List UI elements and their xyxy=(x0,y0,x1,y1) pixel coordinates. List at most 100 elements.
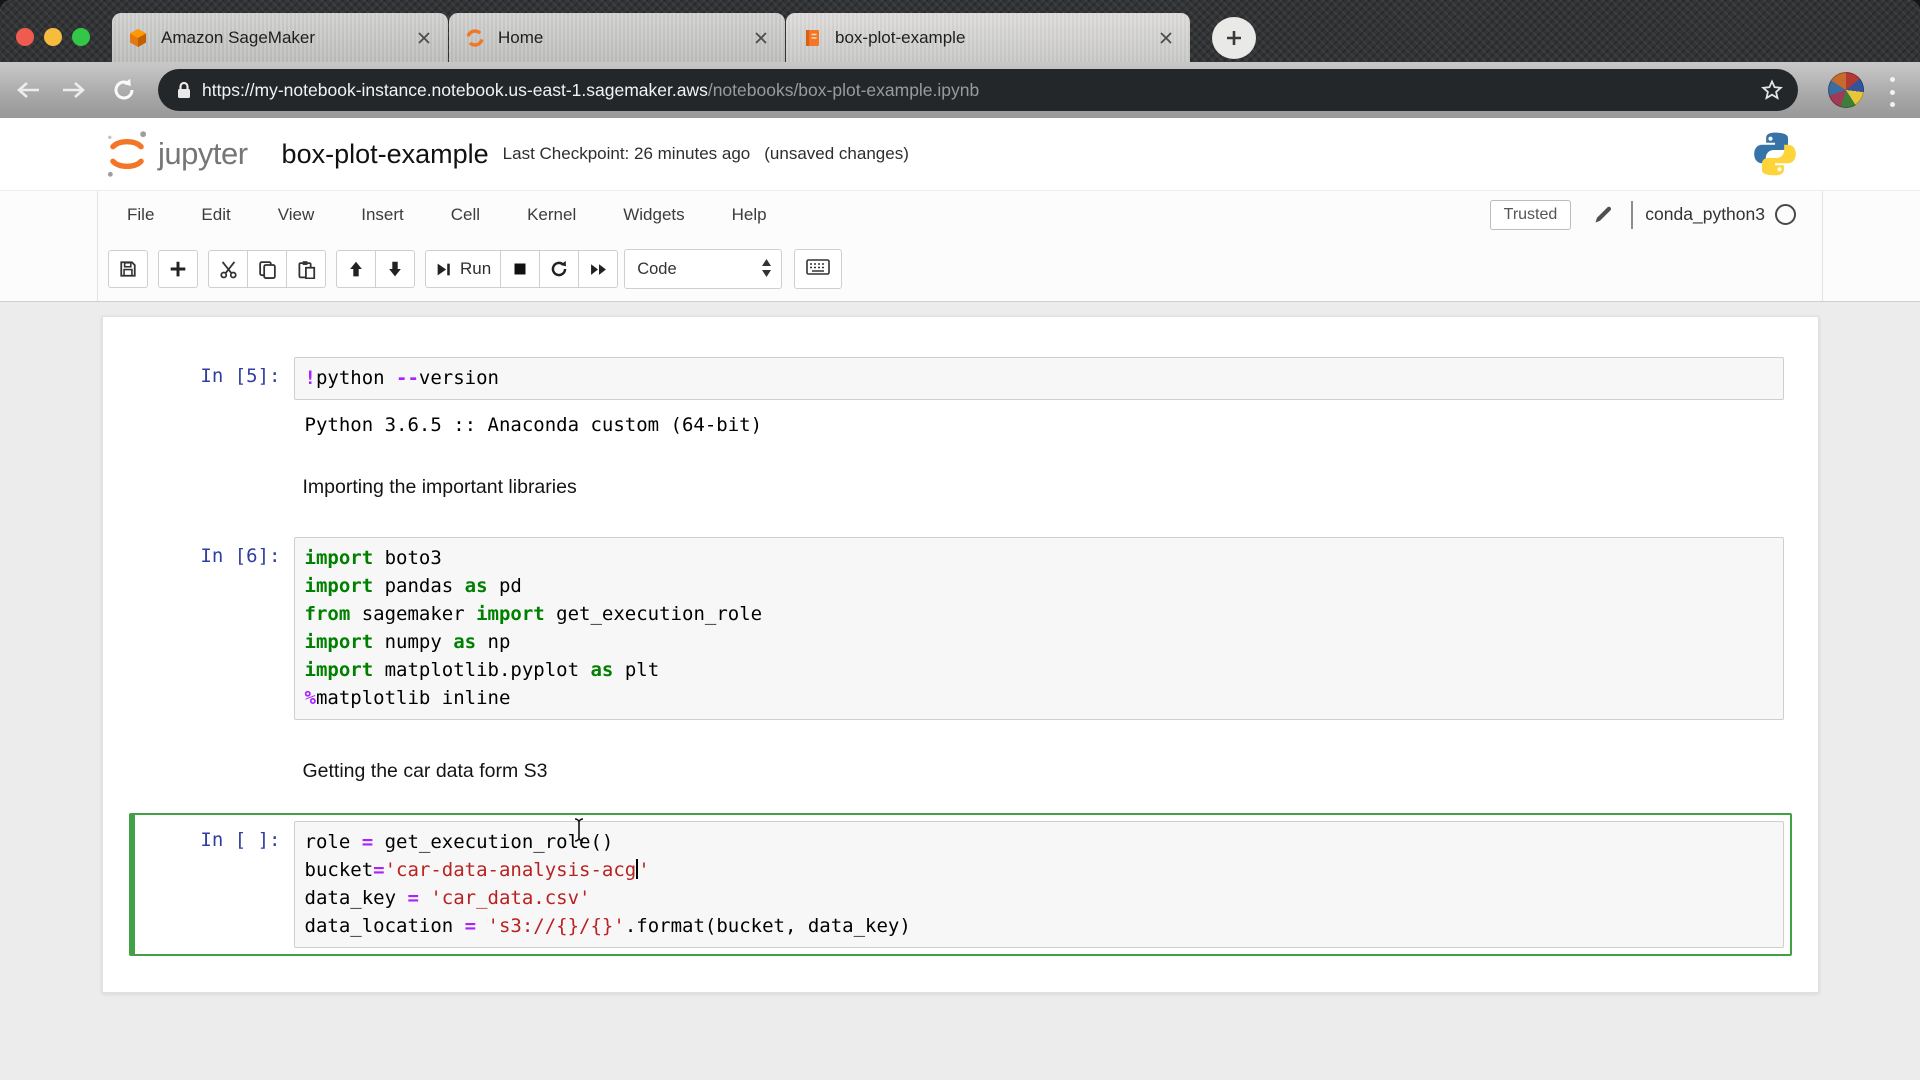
notebook-scroll-area[interactable]: In [5]:!python --versionPython 3.6.5 :: … xyxy=(0,302,1920,1080)
code-line: bucket='car-data-analysis-acg' xyxy=(305,856,1783,884)
code-input-area[interactable]: import boto3import pandas as pdfrom sage… xyxy=(294,537,1784,720)
fast-forward-button[interactable] xyxy=(578,250,618,288)
add-cell-button[interactable] xyxy=(158,250,198,288)
notebook-cells: In [5]:!python --versionPython 3.6.5 :: … xyxy=(129,349,1792,956)
tab-label: Home xyxy=(498,28,751,48)
stop-button[interactable] xyxy=(500,250,540,288)
browser-window: Amazon SageMaker Home box-plot-example xyxy=(0,0,1920,1080)
code-cell[interactable]: In [5]:!python --versionPython 3.6.5 :: … xyxy=(129,349,1792,444)
code-line: data_key = 'car_data.csv' xyxy=(305,884,1783,912)
markdown-text: Importing the important libraries xyxy=(294,474,1784,501)
cut-button[interactable] xyxy=(208,250,248,288)
code-input-area[interactable]: !python --version xyxy=(294,357,1784,400)
url-bar[interactable]: https://my-notebook-instance.notebook.us… xyxy=(158,69,1798,111)
code-line: role = get_execution_role() xyxy=(305,828,1783,856)
jupyter-logo[interactable]: jupyter xyxy=(104,129,248,179)
run-button-label: Run xyxy=(460,259,491,279)
browser-tab-notebook[interactable]: box-plot-example xyxy=(786,13,1190,62)
tab-label: Amazon SageMaker xyxy=(161,28,414,48)
mouse-ibeam-cursor xyxy=(572,817,586,848)
browser-tab-bar: Amazon SageMaker Home box-plot-example xyxy=(0,0,1920,62)
code-line: import numpy as np xyxy=(305,628,1783,656)
markdown-cell[interactable]: Getting the car data form S3 xyxy=(129,750,1792,793)
window-close-button[interactable] xyxy=(16,28,34,46)
code-cell[interactable]: In [ ]:role = get_execution_role()bucket… xyxy=(129,813,1792,956)
menu-divider xyxy=(1631,201,1633,229)
save-button[interactable] xyxy=(108,250,148,288)
checkpoint-status: Last Checkpoint: 26 minutes ago xyxy=(503,144,751,164)
pencil-icon[interactable] xyxy=(1593,205,1613,225)
browser-tab-home[interactable]: Home xyxy=(449,13,785,62)
notebook-title[interactable]: box-plot-example xyxy=(282,139,489,170)
restart-icon xyxy=(550,260,568,278)
new-tab-button[interactable] xyxy=(1212,17,1256,59)
window-zoom-button[interactable] xyxy=(72,28,90,46)
cell-content: Getting the car data form S3 xyxy=(294,758,1784,785)
add-cell-icon xyxy=(169,260,187,278)
tab-close-icon[interactable] xyxy=(751,28,771,48)
jupyter-menu-bar: File Edit View Insert Cell Kernel Widget… xyxy=(0,190,1920,238)
code-cell[interactable]: In [6]:import boto3import pandas as pdfr… xyxy=(129,529,1792,728)
cut-icon xyxy=(219,260,238,279)
cell-type-select[interactable]: Code xyxy=(624,249,782,289)
window-minimize-button[interactable] xyxy=(44,28,62,46)
menu-view[interactable]: View xyxy=(278,205,315,225)
cell-content: role = get_execution_role()bucket='car-d… xyxy=(294,821,1784,948)
jupyter-toolbar: Run Code xyxy=(0,237,1920,302)
forward-icon[interactable] xyxy=(60,76,88,104)
back-icon[interactable] xyxy=(14,76,42,104)
kernel-name-label: conda_python3 xyxy=(1645,204,1765,225)
stop-icon xyxy=(512,261,528,277)
tab-close-icon[interactable] xyxy=(1156,28,1176,48)
cell-output: Python 3.6.5 :: Anaconda custom (64-bit) xyxy=(294,414,1784,436)
menu-edit[interactable]: Edit xyxy=(201,205,230,225)
trusted-button[interactable]: Trusted xyxy=(1490,200,1572,230)
url-host-text: https://my-notebook-instance.notebook.us… xyxy=(202,80,708,101)
menu-kernel[interactable]: Kernel xyxy=(527,205,576,225)
bookmark-star-icon[interactable] xyxy=(1760,78,1784,102)
markdown-text: Getting the car data form S3 xyxy=(294,758,1784,785)
browser-menu-icon[interactable] xyxy=(1886,75,1898,109)
move-up-icon xyxy=(347,260,365,278)
markdown-cell[interactable]: Importing the important libraries xyxy=(129,466,1792,509)
cell-prompt xyxy=(135,758,294,785)
copy-button[interactable] xyxy=(247,250,287,288)
restart-button[interactable] xyxy=(539,250,579,288)
code-line: data_location = 's3://{}/{}'.format(buck… xyxy=(305,912,1783,940)
cell-type-selected-value: Code xyxy=(625,260,676,279)
menu-file[interactable]: File xyxy=(127,205,154,225)
tab-close-icon[interactable] xyxy=(414,28,434,48)
menu-cell[interactable]: Cell xyxy=(451,205,480,225)
fast-forward-icon xyxy=(589,261,608,278)
cell-content: import boto3import pandas as pdfrom sage… xyxy=(294,537,1784,720)
menu-widgets[interactable]: Widgets xyxy=(623,205,684,225)
menu-insert[interactable]: Insert xyxy=(361,205,404,225)
code-line: import matplotlib.pyplot as plt xyxy=(305,656,1783,684)
paste-button[interactable] xyxy=(286,250,326,288)
browser-tab-sagemaker[interactable]: Amazon SageMaker xyxy=(112,13,448,62)
tab-label: box-plot-example xyxy=(835,28,1156,48)
move-up-button[interactable] xyxy=(336,250,376,288)
cell-prompt: In [6]: xyxy=(135,537,294,720)
menu-help[interactable]: Help xyxy=(732,205,767,225)
code-line: import pandas as pd xyxy=(305,572,1783,600)
move-down-icon xyxy=(386,260,404,278)
copy-icon xyxy=(258,260,277,279)
keyboard-icon xyxy=(806,258,830,281)
lock-icon xyxy=(176,81,192,99)
command-palette-button[interactable] xyxy=(794,249,842,289)
move-down-button[interactable] xyxy=(375,250,415,288)
code-input-area[interactable]: role = get_execution_role()bucket='car-d… xyxy=(294,821,1784,948)
toolbar-groups: Run xyxy=(98,250,618,288)
cell-prompt xyxy=(135,474,294,501)
browser-profile-avatar[interactable] xyxy=(1828,72,1864,108)
reload-icon[interactable] xyxy=(110,76,138,104)
code-line: !python --version xyxy=(305,364,1783,392)
run-button[interactable]: Run xyxy=(425,250,501,288)
jupyter-header: jupyter box-plot-example Last Checkpoint… xyxy=(0,118,1920,190)
save-icon xyxy=(119,260,137,278)
toolbar-button-group: Run xyxy=(425,250,618,288)
cell-content: !python --versionPython 3.6.5 :: Anacond… xyxy=(294,357,1784,436)
code-line: %matplotlib inline xyxy=(305,684,1783,712)
notebook-container: In [5]:!python --versionPython 3.6.5 :: … xyxy=(102,316,1819,993)
